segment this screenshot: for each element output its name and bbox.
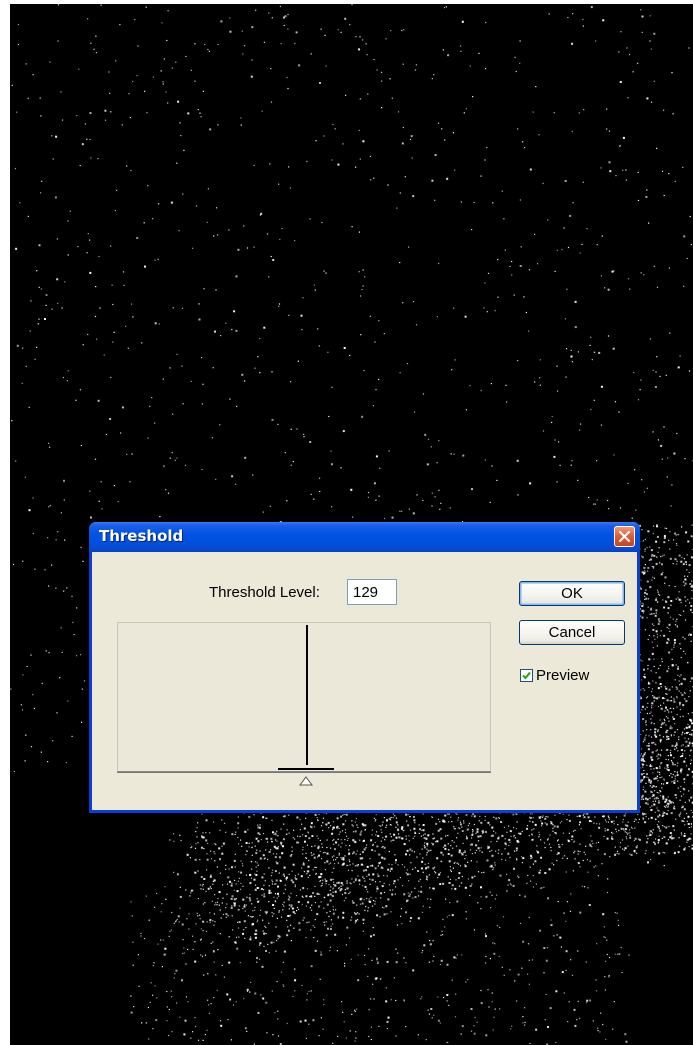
close-icon [618, 530, 631, 543]
dialog-titlebar[interactable]: Threshold [89, 522, 640, 552]
triangle-slider-icon [299, 776, 314, 786]
histogram [117, 622, 491, 772]
dialog-title: Threshold [99, 527, 184, 545]
ok-button[interactable]: OK [519, 581, 625, 606]
cancel-button[interactable]: Cancel [519, 620, 625, 645]
threshold-slider-handle[interactable] [299, 773, 314, 786]
close-button[interactable] [614, 526, 635, 547]
threshold-marker [278, 768, 335, 770]
threshold-level-label: Threshold Level: [209, 584, 320, 601]
page-margin-left [0, 0, 10, 1045]
threshold-dialog: Threshold Threshold Level: OK Cancel Pre… [89, 522, 640, 813]
threshold-level-input[interactable] [347, 579, 397, 605]
checkmark-icon [522, 671, 531, 680]
preview-checkbox[interactable] [520, 669, 533, 682]
histogram-bar [306, 625, 309, 765]
preview-label: Preview [536, 667, 590, 684]
preview-option[interactable]: Preview [520, 667, 589, 684]
